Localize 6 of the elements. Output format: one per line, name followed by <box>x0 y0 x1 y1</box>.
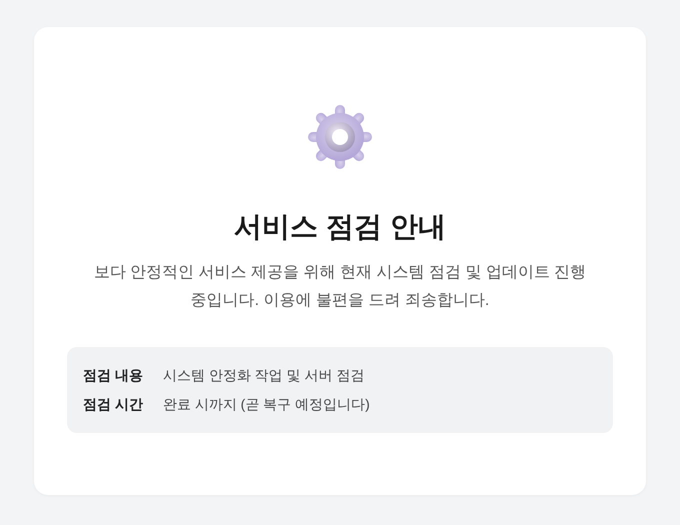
detail-label: 점검 내용 <box>83 366 143 385</box>
notice-title: 서비스 점검 안내 <box>234 210 446 244</box>
notice-description: 보다 안정적인 서비스 제공을 위해 현재 시스템 점검 및 업데이트 진행 중입니다. 이용에 불편을 드려 죄송합니다. <box>92 263 588 311</box>
detail-value: 시스템 안정화 작업 및 서버 점검 <box>162 366 366 385</box>
detail-value: 완료 시까지 (곧 복구 예정입니다) <box>162 395 371 414</box>
detail-label: 점검 시간 <box>83 395 143 414</box>
